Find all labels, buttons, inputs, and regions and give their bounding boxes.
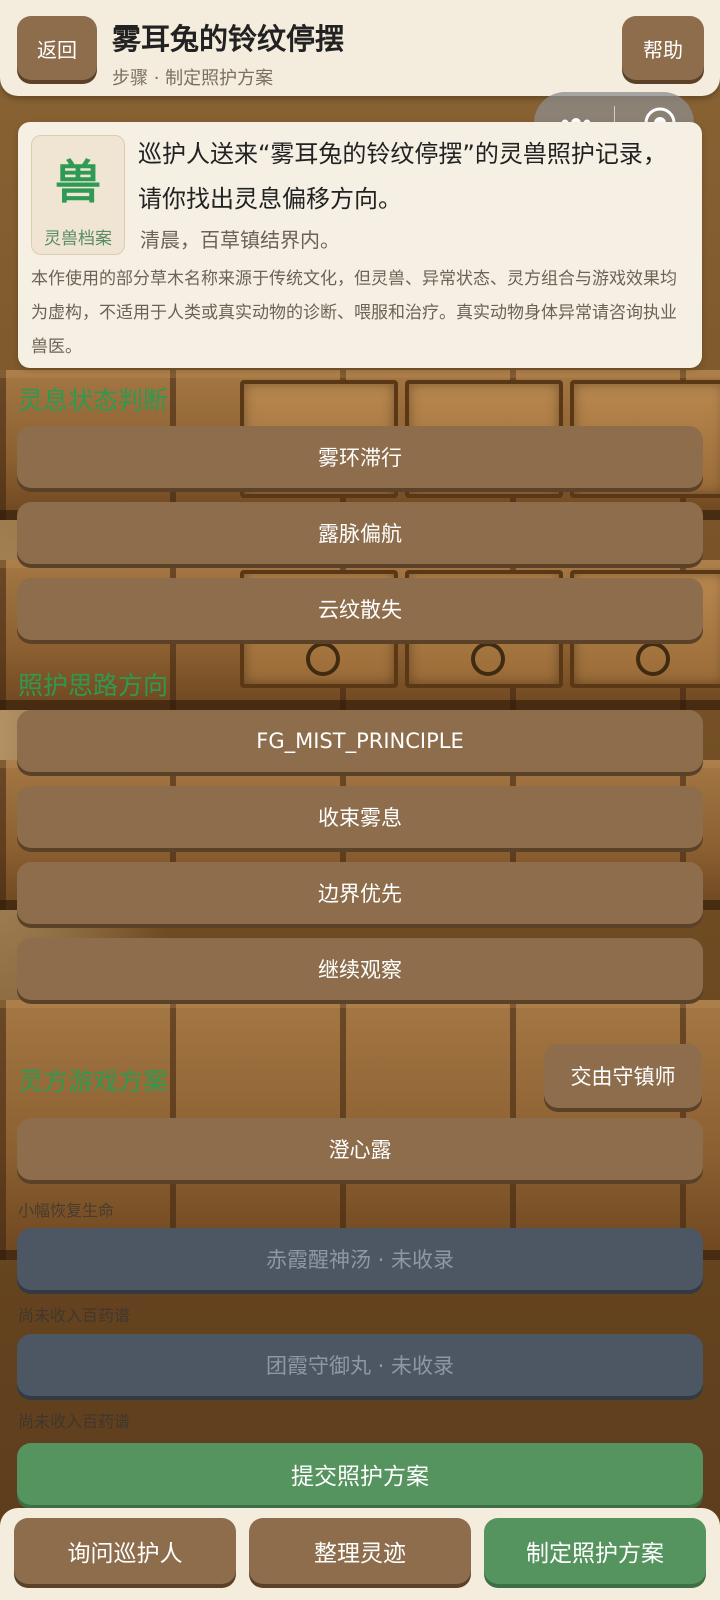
submit-care-plan-button[interactable]: 提交照护方案 — [17, 1443, 703, 1505]
tab-make-care-plan[interactable]: 制定照护方案 — [484, 1518, 706, 1584]
back-button[interactable]: 返回 — [17, 16, 97, 80]
tab-organize-traces[interactable]: 整理灵迹 — [249, 1518, 471, 1584]
direction-option[interactable]: 边界优先 — [17, 862, 703, 924]
direction-option[interactable]: 收束雾息 — [17, 786, 703, 848]
page-title: 雾耳兔的铃纹停摆 — [112, 22, 345, 56]
bottom-tab-bar: 询问巡护人 整理灵迹 制定照护方案 — [0, 1508, 720, 1600]
direction-option[interactable]: FG_MIST_PRINCIPLE — [17, 710, 703, 772]
handoff-to-guardian-button[interactable]: 交由守镇师 — [544, 1044, 702, 1108]
section-label-direction: 照护思路方向 — [18, 671, 169, 700]
state-option[interactable]: 云纹散失 — [17, 578, 703, 640]
badge-char: 兽 — [55, 155, 101, 209]
recipe-option-locked[interactable]: 赤霞醒神汤 · 未收录 — [17, 1228, 703, 1290]
state-option[interactable]: 雾环滞行 — [17, 426, 703, 488]
recipe-note: 小幅恢复生命 — [18, 1201, 115, 1220]
top-header: 返回 雾耳兔的铃纹停摆 步骤 · 制定照护方案 帮助 — [0, 0, 720, 96]
recipe-note: 尚未收入百药谱 — [18, 1306, 131, 1325]
help-button[interactable]: 帮助 — [622, 16, 704, 80]
step-subtitle: 步骤 · 制定照护方案 — [112, 68, 274, 89]
case-card: 兽 灵兽档案 巡护人送来“雾耳兔的铃纹停摆”的灵兽照护记录，请你找出灵息偏移方向… — [18, 122, 702, 368]
recipe-note: 尚未收入百药谱 — [18, 1412, 131, 1431]
recipe-option[interactable]: 澄心露 — [17, 1118, 703, 1180]
badge-label: 灵兽档案 — [44, 229, 112, 249]
case-time-place: 清晨，百草镇结界内。 — [140, 228, 340, 252]
recipe-option-locked[interactable]: 团霞守御丸 · 未收录 — [17, 1334, 703, 1396]
case-lead-text: 巡护人送来“雾耳兔的铃纹停摆”的灵兽照护记录，请你找出灵息偏移方向。 — [138, 140, 667, 213]
fiction-disclaimer: 本作使用的部分草木名称来源于传统文化，但灵兽、异常状态、灵方组合与游戏效果均为虚… — [31, 269, 677, 357]
section-label-recipe: 灵方游戏方案 — [18, 1067, 169, 1096]
section-label-state: 灵息状态判断 — [18, 386, 169, 415]
beast-archive-badge[interactable]: 兽 灵兽档案 — [31, 135, 125, 255]
direction-option[interactable]: 继续观察 — [17, 938, 703, 1000]
state-option[interactable]: 露脉偏航 — [17, 502, 703, 564]
tab-ask-ranger[interactable]: 询问巡护人 — [14, 1518, 236, 1584]
